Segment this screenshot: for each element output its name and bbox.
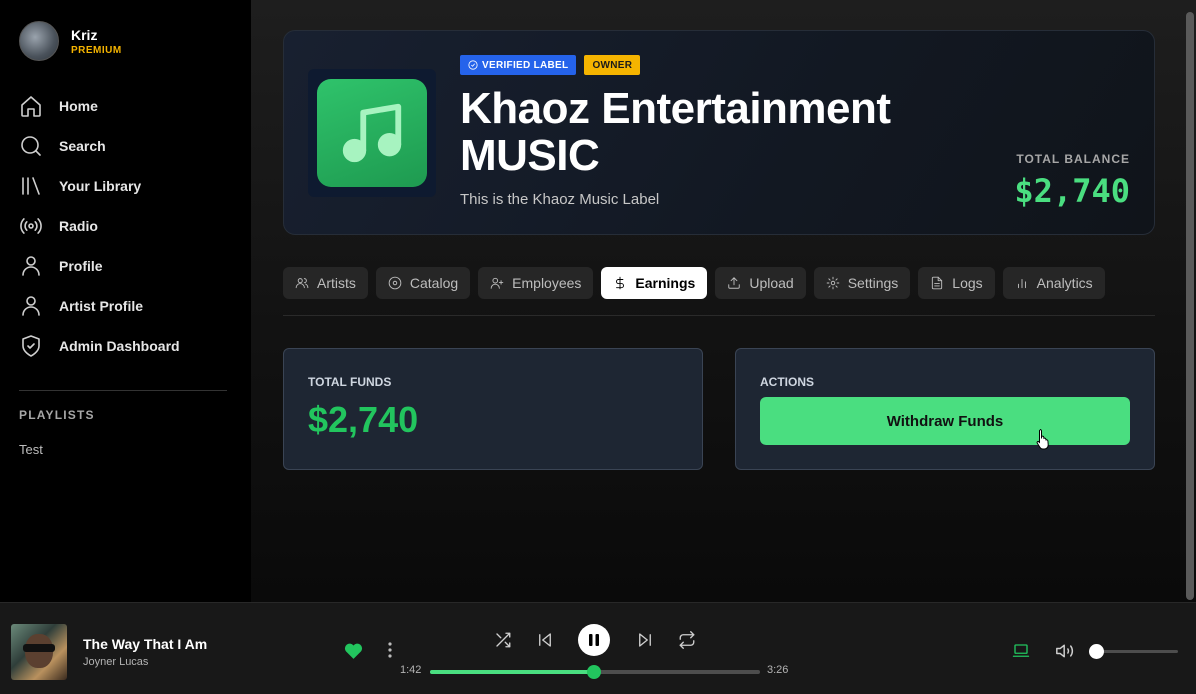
tab-logs[interactable]: Logs: [918, 267, 995, 299]
nav-label: Home: [59, 98, 98, 114]
tab-artists[interactable]: Artists: [283, 267, 368, 299]
user-profile[interactable]: Kriz PREMIUM: [19, 21, 122, 61]
nav-label: Artist Profile: [59, 298, 144, 314]
volume-handle[interactable]: [1089, 644, 1105, 659]
upload-icon: [728, 277, 741, 289]
search-icon: [21, 136, 41, 156]
withdraw-funds-button[interactable]: Withdraw Funds: [760, 397, 1130, 445]
funds-value: $2,740: [308, 399, 419, 440]
previous-button[interactable]: [536, 631, 554, 654]
actions-card: ACTIONS Withdraw Funds: [735, 348, 1155, 470]
home-icon: [21, 96, 41, 117]
tab-employees[interactable]: Employees: [478, 267, 594, 299]
pause-button[interactable]: [578, 624, 610, 656]
playback-controls: [492, 624, 698, 656]
shield-icon: [22, 335, 40, 357]
tab-analytics[interactable]: Analytics: [1002, 267, 1105, 299]
track-title[interactable]: The Way That I Am: [83, 636, 207, 652]
progress-fill: [430, 670, 594, 674]
tabs-divider: [283, 315, 1155, 316]
verified-badge: VERIFIED LABEL: [460, 55, 577, 75]
sidebar: Kriz PREMIUM Home Search Your Library Ra…: [0, 0, 251, 602]
nav-item-library[interactable]: Your Library: [19, 166, 229, 206]
now-playing-bar: The Way That I Am Joyner Lucas 1:42 3:26: [0, 602, 1196, 694]
progress-handle[interactable]: [587, 665, 601, 679]
nav-item-profile[interactable]: Profile: [19, 246, 229, 286]
tab-earnings[interactable]: Earnings: [601, 267, 708, 299]
label-cover: [308, 69, 436, 197]
repeat-button[interactable]: [678, 631, 696, 654]
user-icon: [22, 256, 40, 276]
total-balance: TOTAL BALANCE $2,740: [1014, 152, 1130, 210]
volume-slider[interactable]: [1089, 644, 1178, 659]
bar-chart-icon: [1017, 279, 1026, 289]
owner-badge: OWNER: [584, 55, 641, 75]
nav-item-home[interactable]: Home: [19, 86, 229, 126]
nav-item-search[interactable]: Search: [19, 126, 229, 166]
library-icon: [22, 177, 40, 195]
nav-item-artist-profile[interactable]: Artist Profile: [19, 286, 229, 326]
actions-label: ACTIONS: [760, 375, 814, 389]
label-header: VERIFIED LABEL OWNER Khaoz Entertainment…: [283, 30, 1155, 235]
shuffle-icon: [496, 632, 511, 648]
nav-label: Radio: [59, 218, 98, 234]
label-description: This is the Khaoz Music Label: [460, 191, 660, 208]
shuffle-button[interactable]: [494, 631, 512, 654]
playlist-item[interactable]: Test: [19, 442, 43, 457]
label-tabs: Artists Catalog Employees Earnings Uploa…: [283, 267, 1105, 299]
track-artist[interactable]: Joyner Lucas: [83, 656, 148, 668]
avatar[interactable]: [19, 21, 59, 61]
nav-item-radio[interactable]: Radio: [19, 206, 229, 246]
sidebar-divider: [19, 390, 227, 391]
tab-catalog[interactable]: Catalog: [375, 267, 471, 299]
balance-value: $2,740: [1014, 172, 1130, 210]
repeat-icon: [679, 631, 695, 649]
skip-back-icon: [539, 633, 551, 647]
radio-icon: [20, 218, 42, 234]
current-time: 1:42: [400, 664, 422, 676]
nav-label: Search: [59, 138, 106, 154]
volume-icon[interactable]: [1055, 642, 1075, 660]
gear-icon: [826, 276, 840, 290]
user-name: Kriz: [71, 26, 98, 43]
next-button[interactable]: [636, 631, 654, 654]
user-plus-icon: [490, 277, 504, 289]
tab-settings[interactable]: Settings: [813, 267, 911, 299]
page-title: Khaoz Entertainment MUSIC: [460, 84, 891, 180]
funds-label: TOTAL FUNDS: [308, 375, 392, 389]
nav-label: Admin Dashboard: [59, 338, 180, 354]
playlists-heading: PLAYLISTS: [19, 408, 95, 422]
total-funds-card: TOTAL FUNDS $2,740: [283, 348, 703, 470]
nav-label: Your Library: [59, 178, 142, 194]
progress-bar[interactable]: [430, 665, 760, 679]
users-icon: [295, 278, 309, 289]
hand-cursor-icon: [1036, 429, 1049, 450]
total-time: 3:26: [767, 664, 789, 676]
file-icon: [932, 276, 943, 290]
nav-item-admin-dashboard[interactable]: Admin Dashboard: [19, 326, 229, 366]
dollar-icon: [616, 276, 625, 290]
main-nav: Home Search Your Library Radio Profile A…: [19, 86, 229, 366]
tab-upload[interactable]: Upload: [715, 267, 806, 299]
user-icon: [22, 296, 40, 316]
balance-label: TOTAL BALANCE: [1016, 152, 1130, 166]
music-note-icon: [342, 103, 402, 163]
disc-icon: [388, 276, 402, 290]
laptop-icon[interactable]: [1012, 643, 1030, 659]
nav-label: Profile: [59, 258, 103, 274]
main-content: VERIFIED LABEL OWNER Khaoz Entertainment…: [251, 0, 1196, 602]
scrollbar[interactable]: [1186, 12, 1194, 600]
pause-icon: [589, 634, 599, 646]
album-art[interactable]: [11, 624, 67, 680]
more-vertical-icon[interactable]: [384, 640, 396, 660]
check-circle-icon: [468, 60, 478, 70]
skip-forward-icon: [639, 633, 651, 647]
heart-icon[interactable]: [344, 642, 363, 660]
premium-badge: PREMIUM: [71, 44, 122, 56]
